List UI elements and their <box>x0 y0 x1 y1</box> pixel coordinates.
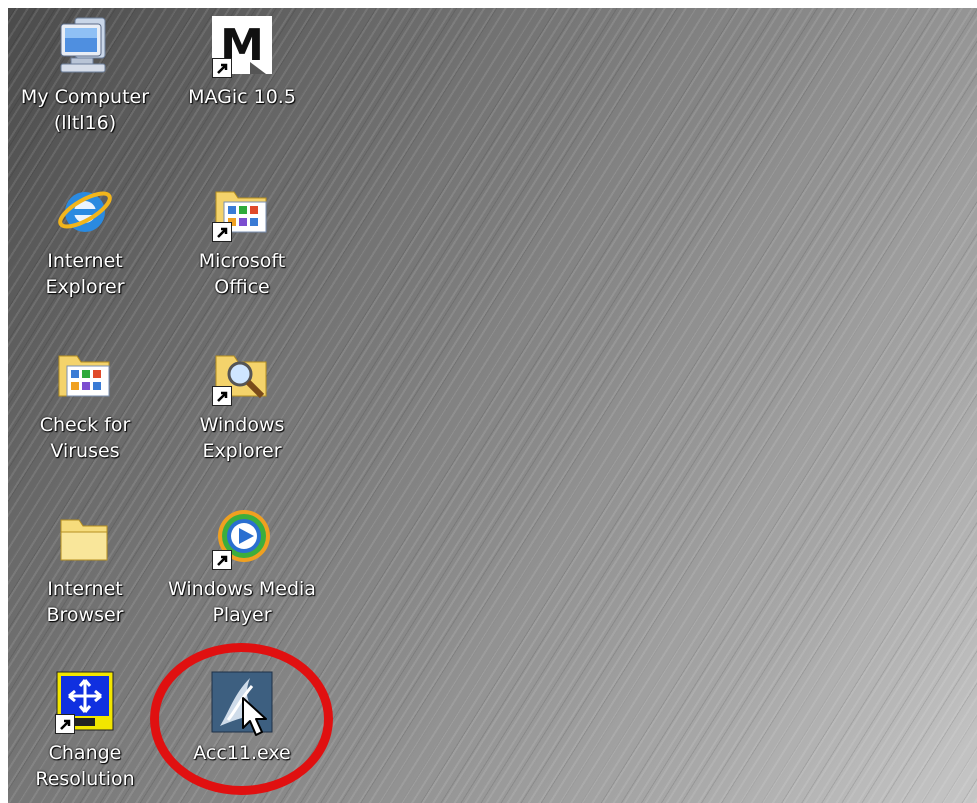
icon-label: Change Resolution <box>35 742 135 790</box>
icon-label: Microsoft Office <box>198 250 286 298</box>
mouse-pointer-icon <box>241 696 271 742</box>
change-resolution-icon <box>53 670 117 734</box>
icon-label: Internet Browser <box>46 578 124 626</box>
desktop-icon-change-resolution[interactable]: Change Resolution <box>10 670 160 792</box>
magic-icon: M <box>210 14 274 78</box>
top-border <box>0 0 977 8</box>
windows-explorer-icon <box>210 342 274 406</box>
shortcut-arrow-icon <box>55 714 75 734</box>
shortcut-arrow-icon <box>212 222 232 242</box>
desktop-icon-check-for-viruses[interactable]: Check for Viruses <box>10 342 160 464</box>
desktop-icon-microsoft-office[interactable]: Microsoft Office <box>167 178 317 300</box>
desktop-icon-magic[interactable]: M MAGic 10.5 <box>167 14 317 110</box>
shortcut-arrow-icon <box>212 58 232 78</box>
internet-explorer-icon <box>53 178 117 242</box>
desktop-icon-internet-explorer[interactable]: Internet Explorer <box>10 178 160 300</box>
folder-icon <box>53 506 117 570</box>
icon-label: MAGic 10.5 <box>188 86 296 108</box>
desktop-icon-my-computer[interactable]: My Computer (lltl16) <box>10 14 160 136</box>
windows-media-player-icon <box>210 506 274 570</box>
desktop-icon-windows-media-player[interactable]: Windows Media Player <box>167 506 317 628</box>
icon-label: Windows Media Player <box>168 578 316 626</box>
check-viruses-folder-icon <box>53 342 117 406</box>
icon-label: Windows Explorer <box>199 414 285 462</box>
left-border <box>0 0 8 803</box>
microsoft-office-folder-icon <box>210 178 274 242</box>
icon-label: Internet Explorer <box>45 250 125 298</box>
shortcut-arrow-icon <box>212 386 232 406</box>
shortcut-arrow-icon <box>212 550 232 570</box>
my-computer-icon <box>53 14 117 78</box>
icon-label: Check for Viruses <box>39 414 131 462</box>
desktop[interactable]: My Computer (lltl16) M MAGic 10.5 Intern… <box>0 0 977 803</box>
icon-label: My Computer (lltl16) <box>20 86 150 134</box>
desktop-icon-windows-explorer[interactable]: Windows Explorer <box>167 342 317 464</box>
desktop-icon-internet-browser[interactable]: Internet Browser <box>10 506 160 628</box>
